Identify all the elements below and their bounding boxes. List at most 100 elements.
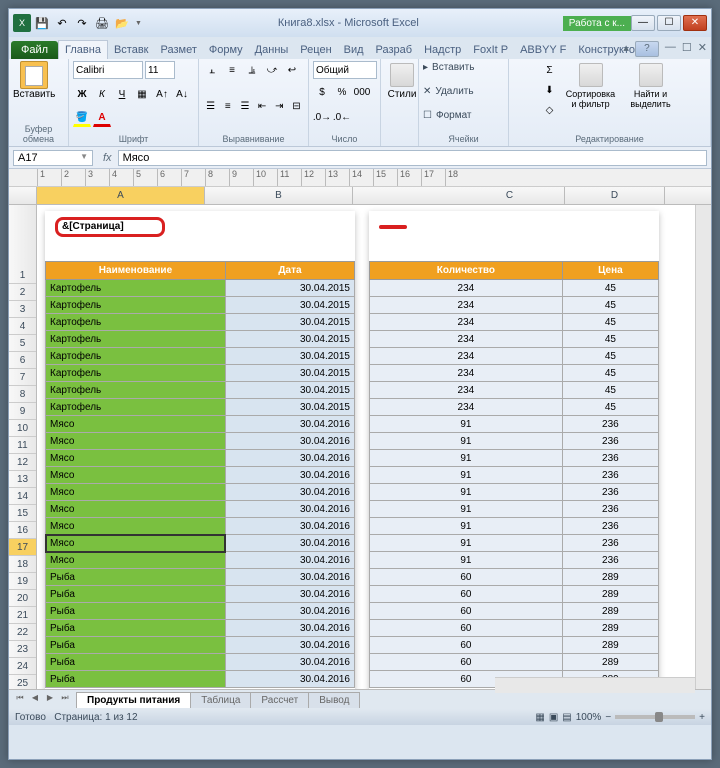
cell-qty[interactable]: 60 [370,586,563,603]
data-table-left[interactable]: НаименованиеДата Картофель30.04.2015Карт… [45,261,355,688]
cell-name[interactable]: Мясо [46,518,226,535]
clear-icon[interactable]: ◇ [541,101,559,119]
qat-print-icon[interactable]: 🖨 [93,14,111,32]
align-right-icon[interactable]: ☰ [237,97,252,115]
cell-price[interactable]: 45 [562,280,658,297]
minimize-button[interactable]: — [631,15,655,31]
tab-developer[interactable]: Разраб [370,41,419,59]
col-name-header[interactable]: Наименование [46,262,226,280]
styles-button[interactable]: Стили [385,61,419,102]
cell-name[interactable]: Рыба [46,603,226,620]
qat-undo-icon[interactable]: ↶ [53,14,71,32]
cell-qty[interactable]: 234 [370,365,563,382]
cell-price[interactable]: 236 [562,552,658,569]
cell-date[interactable]: 30.04.2016 [225,603,354,620]
grow-font-icon[interactable]: A↑ [153,85,171,103]
row-header[interactable]: 7 [9,369,36,386]
row-header[interactable]: 15 [9,505,36,522]
cell-name[interactable]: Картофель [46,314,226,331]
cell-date[interactable]: 30.04.2016 [225,620,354,637]
currency-icon[interactable]: $ [313,84,331,102]
cell-price[interactable]: 236 [562,416,658,433]
cell-price[interactable]: 236 [562,484,658,501]
row-header[interactable]: 1 [9,267,36,284]
cell-qty[interactable]: 234 [370,399,563,416]
select-all-corner[interactable] [9,187,37,204]
col-qty-header[interactable]: Количество [370,262,563,280]
row-header[interactable]: 19 [9,573,36,590]
row-header[interactable]: 20 [9,590,36,607]
page-header-input[interactable]: &[Страница] [55,217,165,237]
cell-qty[interactable]: 91 [370,467,563,484]
cell-qty[interactable]: 234 [370,348,563,365]
tab-addins[interactable]: Надстр [418,41,467,59]
cell-name[interactable]: Картофель [46,365,226,382]
cell-price[interactable]: 45 [562,365,658,382]
tab-foxit[interactable]: FoxIt P [467,41,514,59]
qat-save-icon[interactable]: 💾 [33,14,51,32]
row-header[interactable]: 22 [9,624,36,641]
row-header[interactable]: 3 [9,301,36,318]
col-header-d[interactable]: D [565,187,665,204]
cell-date[interactable]: 30.04.2016 [225,484,354,501]
zoom-level[interactable]: 100% [576,712,602,723]
comma-icon[interactable]: 000 [353,84,371,102]
cell-qty[interactable]: 234 [370,382,563,399]
cell-date[interactable]: 30.04.2015 [225,314,354,331]
row-header[interactable]: 16 [9,522,36,539]
row-header[interactable]: 17 [9,539,36,556]
doc-restore-icon[interactable]: ☐ [682,41,692,57]
cell-date[interactable]: 30.04.2015 [225,331,354,348]
cell-price[interactable]: 45 [562,314,658,331]
maximize-button[interactable]: ☐ [657,15,681,31]
view-break-icon[interactable]: ▤ [562,712,571,723]
cells-delete-button[interactable]: ✕ Удалить [423,85,504,98]
merge-button[interactable]: ⊟ [289,97,304,115]
font-color-button[interactable]: A [93,109,111,127]
qat-open-icon[interactable]: 📂 [113,14,131,32]
cell-date[interactable]: 30.04.2016 [225,450,354,467]
cell-date[interactable]: 30.04.2016 [225,501,354,518]
cell-qty[interactable]: 60 [370,654,563,671]
cell-qty[interactable]: 234 [370,297,563,314]
zoom-in-button[interactable]: + [699,712,705,723]
tab-nav-next[interactable]: ▶ [43,693,57,707]
cell-name[interactable]: Мясо [46,433,226,450]
cell-qty[interactable]: 60 [370,620,563,637]
ribbon-minimize-icon[interactable]: ▴ [623,41,629,57]
fill-color-button[interactable]: 🪣 [73,109,91,127]
cell-name[interactable]: Мясо [46,484,226,501]
cell-name[interactable]: Мясо [46,467,226,484]
cell-qty[interactable]: 234 [370,314,563,331]
file-tab[interactable]: Файл [11,41,58,59]
cell-qty[interactable]: 60 [370,569,563,586]
cell-date[interactable]: 30.04.2015 [225,382,354,399]
row-header[interactable]: 5 [9,335,36,352]
cell-name[interactable]: Рыба [46,569,226,586]
cell-name[interactable]: Картофель [46,297,226,314]
formula-input[interactable]: Мясо [118,150,707,166]
col-date-header[interactable]: Дата [225,262,354,280]
tab-layout[interactable]: Размет [155,41,203,59]
indent-inc-icon[interactable]: ⇥ [272,97,287,115]
row-header[interactable]: 2 [9,284,36,301]
cell-date[interactable]: 30.04.2016 [225,586,354,603]
help-button[interactable]: ? [635,41,659,57]
doc-close-icon[interactable]: ✕ [698,41,707,57]
qat-customize-icon[interactable]: ▼ [135,20,142,27]
data-table-right[interactable]: КоличествоЦена 2344523445234452344523445… [369,261,659,688]
cell-qty[interactable]: 234 [370,331,563,348]
font-name-select[interactable] [73,61,143,79]
sheet-tab-table[interactable]: Таблица [190,692,251,708]
cell-date[interactable]: 30.04.2016 [225,654,354,671]
cell-price[interactable]: 289 [562,569,658,586]
tab-home[interactable]: Главна [58,40,108,59]
cell-date[interactable]: 30.04.2016 [225,433,354,450]
cell-qty[interactable]: 234 [370,280,563,297]
cell-date[interactable]: 30.04.2015 [225,348,354,365]
cell-name[interactable]: Мясо [46,552,226,569]
cell-date[interactable]: 30.04.2016 [225,467,354,484]
decimal-dec-icon[interactable]: .0← [333,108,351,126]
cell-name[interactable]: Рыба [46,637,226,654]
cell-name[interactable]: Рыба [46,654,226,671]
